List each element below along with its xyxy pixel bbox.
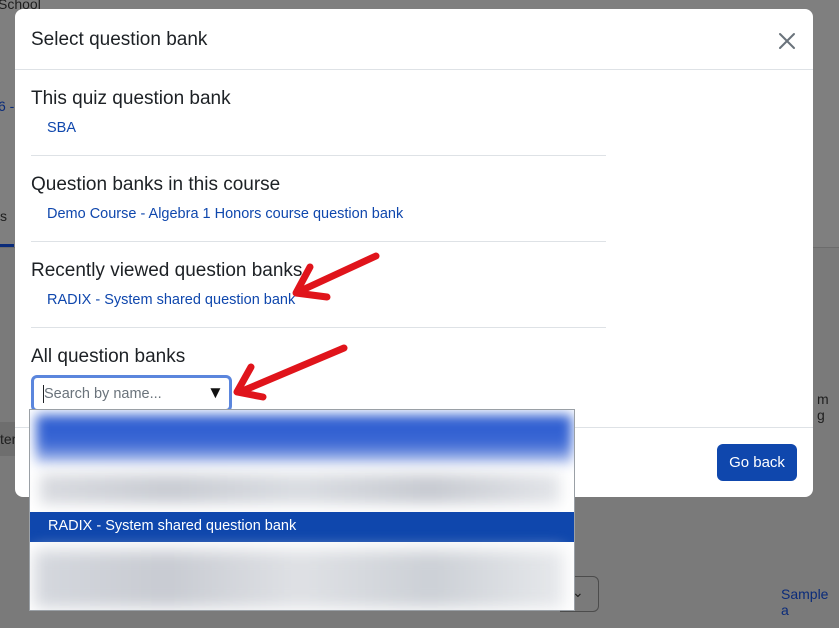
search-input-placeholder[interactable]: Search by name... — [44, 386, 162, 402]
modal-header: Select question bank — [15, 9, 813, 70]
background-left-strip-text: ter — [0, 431, 17, 447]
bank-search-combobox[interactable]: Search by name... ▼ — [31, 375, 232, 412]
section-title-course-banks: Question banks in this course — [31, 174, 281, 195]
list-item-label: RADIX - System shared question bank — [48, 518, 297, 534]
background-tab-fragment: s — [0, 208, 7, 224]
background-right-fragment: m g — [817, 391, 829, 423]
bank-options-listbox: RADIX - System shared question bank — [29, 409, 575, 611]
list-item-blurred[interactable] — [36, 415, 572, 463]
section-divider — [31, 155, 606, 156]
recent-bank-link[interactable]: RADIX - System shared question bank — [47, 292, 295, 308]
section-title-quiz-bank: This quiz question bank — [31, 88, 231, 109]
section-title-recent-banks: Recently viewed question banks — [31, 260, 303, 281]
close-icon[interactable] — [772, 26, 802, 56]
list-item-selected[interactable]: RADIX - System shared question bank — [30, 512, 574, 542]
go-back-button[interactable]: Go back — [717, 444, 797, 481]
section-divider — [31, 327, 606, 328]
list-item-blurred[interactable] — [34, 550, 564, 608]
section-divider — [31, 241, 606, 242]
modal-title: Select question bank — [31, 29, 208, 50]
course-bank-link[interactable]: Demo Course - Algebra 1 Honors course qu… — [47, 206, 403, 222]
background-sample-link: Sample a — [781, 586, 829, 618]
background-link-fragment: 6 - — [0, 98, 15, 114]
section-title-all-banks: All question banks — [31, 346, 186, 367]
list-item-blurred[interactable] — [40, 474, 560, 504]
quiz-bank-link[interactable]: SBA — [47, 120, 76, 136]
triangle-down-icon[interactable]: ▼ — [207, 383, 224, 403]
